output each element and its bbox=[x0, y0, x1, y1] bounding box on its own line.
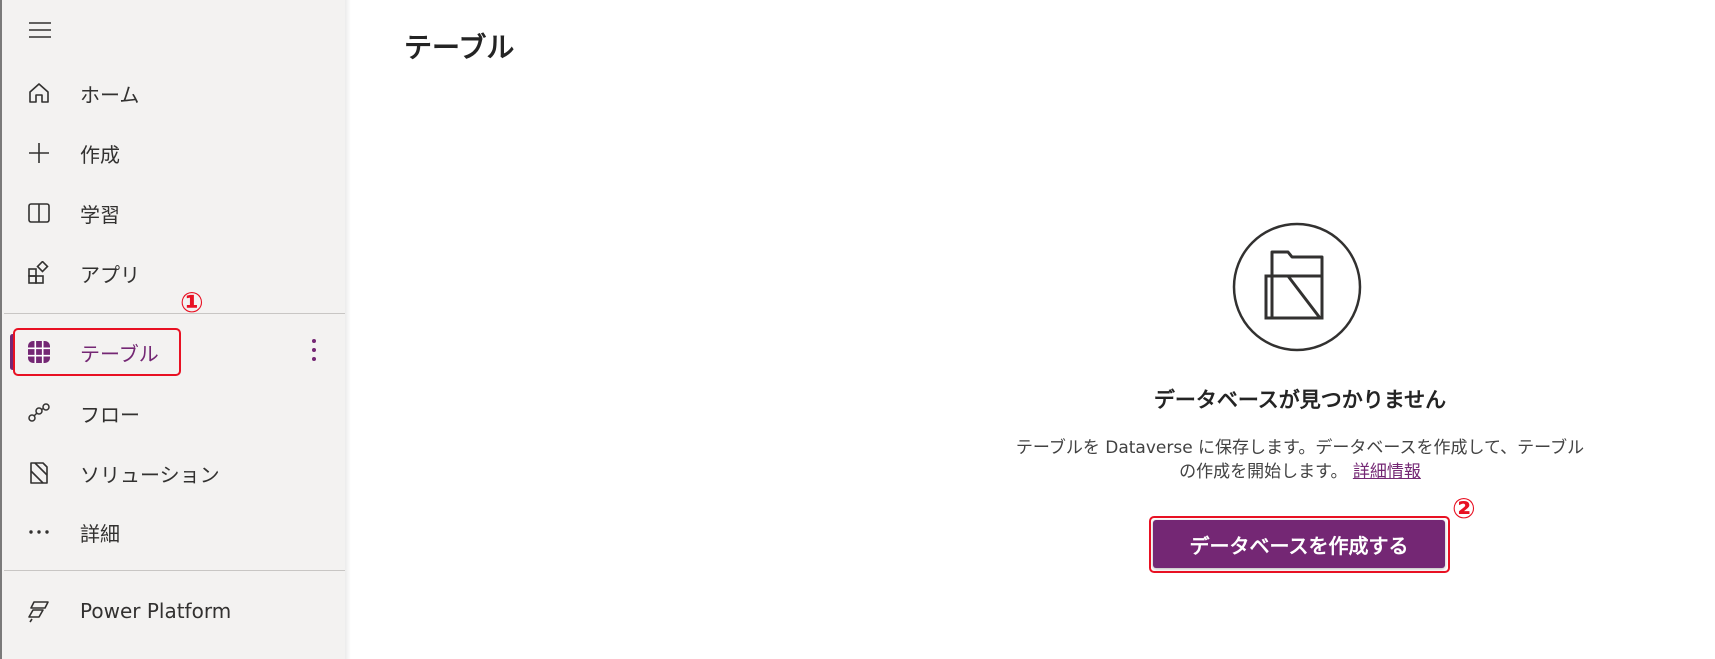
hamburger-icon[interactable] bbox=[28, 18, 52, 42]
app-frame: ホーム 作成 学習 アプリ テーブル ① フロー ソリューション 詳細 Powe… bbox=[0, 0, 1715, 659]
annotation-box-2 bbox=[1149, 516, 1450, 573]
annotation-box-1 bbox=[13, 328, 181, 376]
sidebar-item-solutions[interactable]: ソリューション bbox=[2, 448, 345, 498]
sidebar-item-label: 学習 bbox=[80, 202, 120, 227]
power-platform-icon bbox=[26, 598, 52, 624]
empty-state-title: データベースが見つかりません bbox=[1153, 388, 1447, 412]
description-line-1: テーブルを Dataverse に保存します。データベースを作成して、テーブル bbox=[1015, 438, 1585, 458]
sidebar-item-flows[interactable]: フロー bbox=[2, 388, 345, 438]
sidebar-item-apps[interactable]: アプリ bbox=[2, 248, 345, 298]
page-title: テーブル bbox=[404, 31, 515, 64]
sidebar-item-home[interactable]: ホーム bbox=[2, 68, 345, 118]
folder-stack-icon bbox=[1232, 222, 1362, 352]
sidebar-divider bbox=[4, 313, 345, 314]
sidebar-item-power-platform[interactable]: Power Platform bbox=[2, 586, 345, 636]
left-navigation: ホーム 作成 学習 アプリ テーブル ① フロー ソリューション 詳細 Powe… bbox=[0, 0, 345, 659]
sidebar-item-create[interactable]: 作成 bbox=[2, 128, 345, 178]
sidebar-item-label: フロー bbox=[80, 402, 140, 427]
sidebar-item-label: ソリューション bbox=[80, 462, 220, 487]
sidebar-item-label: アプリ bbox=[80, 262, 140, 287]
home-icon bbox=[26, 80, 52, 106]
sidebar-item-label: ホーム bbox=[80, 82, 140, 107]
sidebar-divider bbox=[4, 570, 345, 571]
apps-icon bbox=[26, 260, 52, 286]
sidebar-item-label: 詳細 bbox=[80, 521, 120, 546]
flow-icon bbox=[26, 400, 52, 426]
sidebar-shadow bbox=[345, 0, 351, 659]
more-horizontal-icon bbox=[26, 519, 52, 545]
learn-more-link[interactable]: 詳細情報 bbox=[1353, 462, 1421, 482]
plus-icon bbox=[26, 140, 52, 166]
annotation-number-1: ① bbox=[180, 286, 204, 319]
sidebar-item-learn[interactable]: 学習 bbox=[2, 188, 345, 238]
description-line-2: の作成を開始します。 bbox=[1179, 462, 1348, 482]
annotation-number-2: ② bbox=[1452, 492, 1476, 525]
sidebar-item-more[interactable]: 詳細 bbox=[2, 507, 345, 557]
sidebar-item-label: Power Platform bbox=[80, 599, 232, 623]
solution-icon bbox=[26, 460, 52, 486]
empty-state-description: テーブルを Dataverse に保存します。データベースを作成して、テーブル … bbox=[990, 436, 1610, 484]
sidebar-item-label: 作成 bbox=[80, 142, 120, 167]
more-vertical-icon[interactable] bbox=[306, 336, 322, 364]
book-icon bbox=[26, 200, 52, 226]
